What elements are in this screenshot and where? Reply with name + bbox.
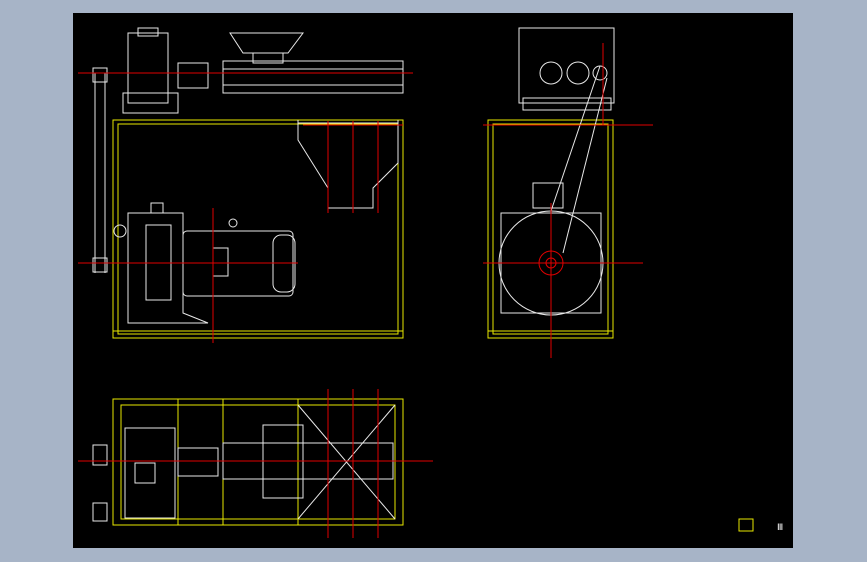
gear-housing — [518, 27, 615, 104]
side-hopper-block — [532, 182, 564, 209]
reducer-top — [150, 202, 164, 214]
reducer-body — [127, 212, 209, 324]
cad-drawing — [78, 27, 754, 538]
top-sprocket-2 — [92, 502, 108, 522]
top-reducer — [124, 427, 176, 519]
motor-lifting-eye — [228, 218, 238, 228]
hopper-outline — [297, 120, 399, 209]
coupling-top — [177, 62, 209, 89]
front-frame-inner — [117, 123, 399, 335]
top-view — [78, 389, 433, 538]
top-reducer-inner — [134, 462, 156, 484]
front-view — [78, 27, 413, 343]
top-frame-inner — [120, 404, 396, 520]
belt-2 — [562, 77, 608, 254]
front-frame — [112, 119, 404, 339]
cad-drawing-canvas[interactable]: Ⅲ — [73, 13, 793, 548]
top-coupling — [177, 447, 219, 477]
motor-terminal-box — [212, 247, 229, 277]
gear-1 — [539, 61, 563, 85]
gear-3 — [592, 65, 608, 81]
side-view — [483, 27, 653, 358]
gear-2 — [566, 61, 590, 85]
title-mark — [738, 518, 754, 532]
top-sprocket-1 — [92, 444, 108, 466]
feed-funnel — [229, 32, 304, 54]
gearbox-cap — [137, 27, 159, 37]
screw-conveyor — [222, 60, 404, 94]
top-frame — [112, 398, 404, 526]
gear-housing-base — [522, 97, 612, 111]
belt-1 — [550, 65, 601, 212]
reducer-shaft — [113, 224, 127, 238]
corner-text: Ⅲ — [777, 523, 784, 533]
